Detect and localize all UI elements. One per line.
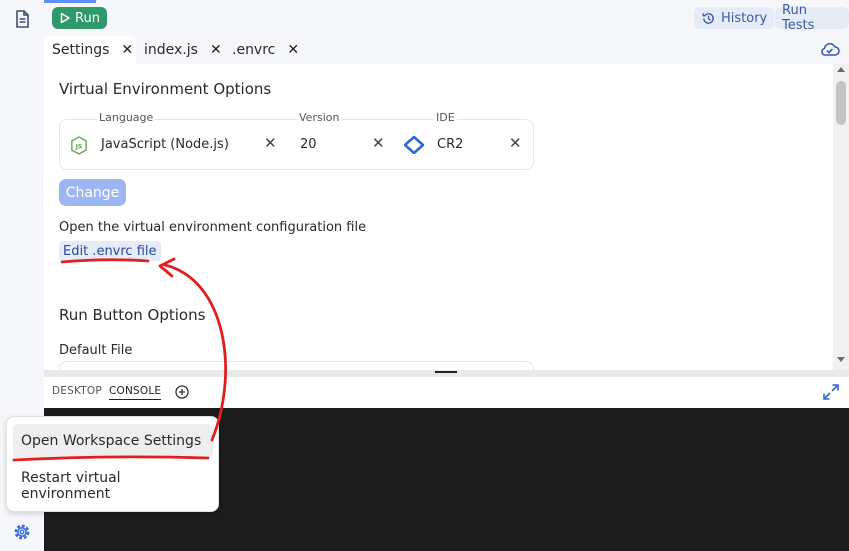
close-icon[interactable]: ✕ — [287, 42, 299, 58]
scrollbar[interactable] — [833, 64, 849, 370]
ide-value[interactable]: CR2 — [437, 137, 463, 152]
change-button[interactable]: Change — [59, 179, 126, 206]
gear-icon[interactable] — [12, 522, 32, 542]
console-tab-bar: DESKTOP CONSOLE — [44, 377, 849, 408]
add-tab-icon[interactable] — [175, 385, 189, 399]
tab-label: Settings — [52, 42, 110, 58]
nodejs-icon: JS — [71, 136, 87, 155]
history-label: History — [721, 10, 768, 26]
default-file-select[interactable] — [59, 361, 534, 370]
cloud-sync-icon[interactable] — [819, 40, 841, 58]
language-value[interactable]: JavaScript (Node.js) — [101, 137, 229, 152]
clear-version-icon[interactable]: ✕ — [372, 134, 385, 152]
close-icon[interactable]: ✕ — [121, 42, 133, 58]
scrollbar-thumb[interactable] — [836, 81, 846, 125]
run-options-heading: Run Button Options — [59, 306, 206, 324]
settings-popup-menu: Open Workspace Settings Restart virtual … — [6, 416, 219, 512]
tab-desktop[interactable]: DESKTOP — [52, 385, 102, 397]
default-file-label: Default File — [59, 343, 133, 358]
resize-handle[interactable] — [435, 371, 457, 373]
tab-label: index.js — [144, 42, 198, 58]
tab-index-js[interactable]: index.js ✕ — [136, 36, 230, 64]
panel-resize-divider[interactable] — [44, 370, 849, 377]
run-button[interactable]: Run — [52, 7, 107, 29]
environment-card: Language JS JavaScript (Node.js) ✕ Versi… — [59, 111, 534, 170]
clear-language-icon[interactable]: ✕ — [264, 134, 277, 152]
settings-panel: Virtual Environment Options Language JS … — [44, 64, 849, 370]
scroll-down-icon[interactable] — [837, 357, 845, 362]
run-tests-label: Run Tests — [782, 3, 815, 33]
ide-logo-icon — [404, 136, 424, 154]
scroll-up-icon[interactable] — [837, 67, 845, 72]
menu-item-open-workspace-settings[interactable]: Open Workspace Settings — [13, 424, 213, 458]
tab-settings[interactable]: Settings ✕ — [44, 36, 136, 64]
clear-ide-icon[interactable]: ✕ — [509, 134, 522, 152]
version-label: Version — [297, 111, 342, 124]
edit-envrc-link[interactable]: Edit .envrc file — [59, 241, 161, 261]
version-value[interactable]: 20 — [300, 137, 317, 152]
run-button-label: Run — [75, 10, 100, 26]
editor-tabs: Settings ✕ index.js ✕ .envrc ✕ — [44, 36, 849, 64]
history-icon — [702, 12, 714, 24]
tab-label: .envrc — [232, 42, 276, 58]
tab-console[interactable]: CONSOLE — [109, 385, 162, 400]
close-icon[interactable]: ✕ — [210, 42, 222, 58]
file-icon[interactable] — [12, 9, 32, 29]
history-button[interactable]: History — [694, 7, 775, 29]
active-accent-bar — [44, 0, 96, 3]
play-icon — [60, 12, 70, 24]
svg-text:JS: JS — [75, 143, 83, 150]
venv-heading: Virtual Environment Options — [59, 80, 272, 98]
ide-label: IDE — [434, 111, 457, 124]
config-description: Open the virtual environment configurati… — [59, 220, 367, 235]
menu-item-restart-virtual-environment[interactable]: Restart virtual environment — [13, 469, 213, 503]
tab-envrc[interactable]: .envrc ✕ — [224, 36, 307, 64]
language-label: Language — [97, 111, 156, 124]
run-tests-button[interactable]: Run Tests — [775, 3, 849, 33]
expand-icon[interactable] — [822, 383, 840, 401]
